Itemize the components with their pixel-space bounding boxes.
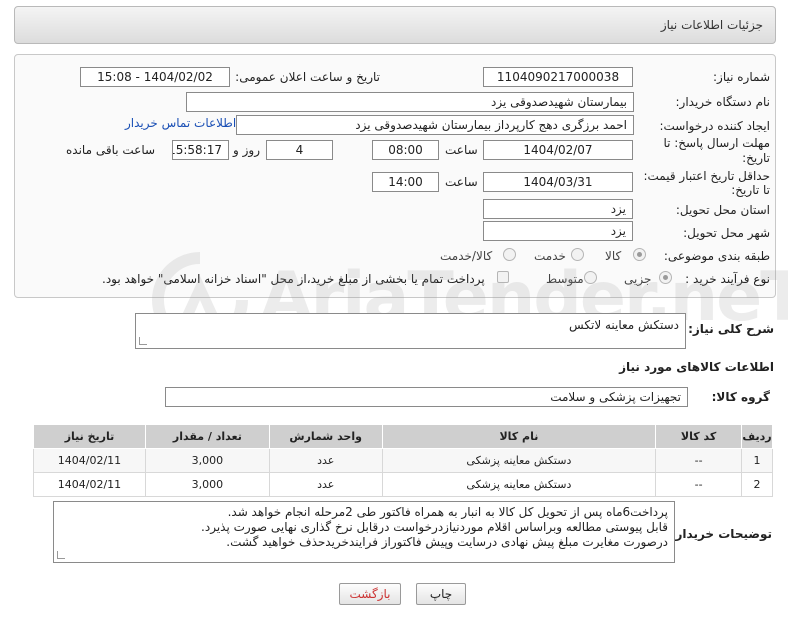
col-row-number: ردیف [741, 424, 773, 449]
cell-row-number: 1 [741, 448, 773, 473]
price-validity-date-field[interactable]: 1404/03/31 [483, 172, 633, 192]
requester-label: ایجاد کننده درخواست: [659, 119, 770, 133]
buyer-notes-line: پرداخت6ماه پس از تحویل کل کالا به انبار … [227, 505, 668, 519]
goods-group-field[interactable]: تجهیزات پزشکی و سلامت [165, 387, 688, 407]
summary-label: شرح کلی نیاز: [688, 322, 774, 336]
cell-need-date: 1404/02/11 [33, 472, 146, 497]
buyer-org-field[interactable]: بیمارستان شهیدصدوقی یزد [186, 92, 634, 112]
cell-quantity: 3,000 [144, 472, 270, 497]
treasury-bonds-checkbox[interactable] [497, 271, 509, 283]
category-goods-service-radio[interactable] [503, 248, 516, 261]
reply-deadline-time-field[interactable]: 08:00 [372, 140, 439, 160]
announce-datetime-label: تاریخ و ساعت اعلان عمومی: [235, 70, 380, 84]
summary-text: دستکش معاینه لاتکس [569, 318, 679, 332]
purchase-type-label: نوع فرآیند خرید : [685, 272, 770, 286]
buyer-notes-textarea[interactable]: پرداخت6ماه پس از تحویل کل کالا به انبار … [53, 501, 675, 563]
cell-goods-code: -- [655, 472, 743, 497]
days-label: روز و [233, 143, 260, 157]
col-unit: واحد شمارش [268, 424, 383, 449]
col-need-date: تاریخ نیاز [33, 424, 146, 449]
need-number-label: شماره نیاز: [713, 70, 770, 84]
category-service-label: خدمت [534, 249, 566, 263]
resize-handle[interactable] [139, 337, 147, 345]
col-goods-code: کد کالا [655, 424, 743, 449]
col-goods-name: نام کالا [381, 424, 657, 449]
reply-time-label: ساعت [445, 143, 478, 157]
purchase-medium-radio[interactable] [584, 271, 597, 284]
announce-datetime-field[interactable]: 1404/02/02 - 15:08 [80, 67, 230, 87]
purchase-minor-label: جزیی [624, 272, 652, 286]
page-header: جزئیات اطلاعات نیاز [14, 6, 776, 44]
cell-row-number: 2 [741, 472, 773, 497]
category-label: طبقه بندی موضوعی: [663, 249, 770, 263]
goods-section-title: اطلاعات کالاهای مورد نیاز [619, 360, 774, 374]
cell-unit: عدد [268, 448, 383, 473]
delivery-city-field[interactable]: یزد [483, 221, 633, 241]
table-row[interactable]: 2 -- دستکش معاینه پزشکی عدد 3,000 1404/0… [33, 472, 773, 497]
buyer-contact-link[interactable]: اطلاعات تماس خریدار [125, 116, 236, 130]
summary-textarea[interactable]: دستکش معاینه لاتکس [135, 313, 686, 349]
remaining-days-field[interactable]: 4 [266, 140, 333, 160]
cell-goods-name: دستکش معاینه پزشکی [381, 448, 657, 473]
category-service-radio[interactable] [571, 248, 584, 261]
back-button[interactable]: بازگشت [339, 583, 401, 605]
delivery-province-field[interactable]: یزد [483, 199, 633, 219]
page-title: جزئیات اطلاعات نیاز [660, 18, 763, 32]
buyer-notes-label: توضیحات خریدار: [670, 527, 772, 541]
goods-group-label: گروه کالا: [711, 390, 770, 404]
cell-goods-name: دستکش معاینه پزشکی [381, 472, 657, 497]
print-button[interactable]: چاپ [416, 583, 466, 605]
need-number-field[interactable]: 1104090217000038 [483, 67, 633, 87]
price-validity-label: حداقل تاریخ اعتبار قیمت: [643, 169, 770, 183]
category-goods-radio[interactable] [633, 248, 646, 261]
table-header-row: ردیف کد کالا نام کالا واحد شمارش تعداد /… [33, 424, 773, 449]
delivery-city-label: شهر محل تحویل: [683, 226, 770, 240]
buyer-notes-line: درصورت مغایرت مبلغ پیش نهادی درسایت وپیش… [226, 535, 668, 549]
buyer-org-label: نام دستگاه خریدار: [675, 95, 771, 109]
price-validity-time-field[interactable]: 14:00 [372, 172, 439, 192]
treasury-bonds-note: پرداخت تمام یا بخشی از مبلغ خرید،از محل … [102, 272, 485, 286]
goods-table: ردیف کد کالا نام کالا واحد شمارش تعداد /… [33, 424, 773, 497]
delivery-province-label: استان محل تحویل: [675, 203, 770, 217]
cell-unit: عدد [268, 472, 383, 497]
price-time-label: ساعت [445, 175, 478, 189]
resize-handle[interactable] [57, 551, 65, 559]
col-quantity: تعداد / مقدار [144, 424, 270, 449]
reply-deadline-label-line2: تاریخ: [742, 151, 770, 165]
cell-quantity: 3,000 [144, 448, 270, 473]
table-row[interactable]: 1 -- دستکش معاینه پزشکی عدد 3,000 1404/0… [33, 448, 773, 473]
purchase-medium-label: متوسط [546, 272, 584, 286]
category-goods-service-label: کالا/خدمت [440, 249, 493, 263]
remaining-time-field[interactable]: 15:58:17 [172, 140, 229, 160]
requester-field[interactable]: احمد برزگری دهج کارپرداز بیمارستان شهیدص… [236, 115, 634, 135]
price-validity-label-line2: تا تاریخ: [731, 183, 770, 197]
cell-need-date: 1404/02/11 [33, 448, 146, 473]
cell-goods-code: -- [655, 448, 743, 473]
remaining-time-label: ساعت باقی مانده [66, 143, 156, 157]
purchase-minor-radio[interactable] [659, 271, 672, 284]
buyer-notes-line: قابل پیوستی مطالعه وبراساس اقلام موردنیا… [201, 520, 668, 534]
reply-deadline-label: مهلت ارسال پاسخ: تا [663, 136, 770, 150]
category-goods-label: کالا [605, 249, 622, 263]
reply-deadline-date-field[interactable]: 1404/02/07 [483, 140, 633, 160]
